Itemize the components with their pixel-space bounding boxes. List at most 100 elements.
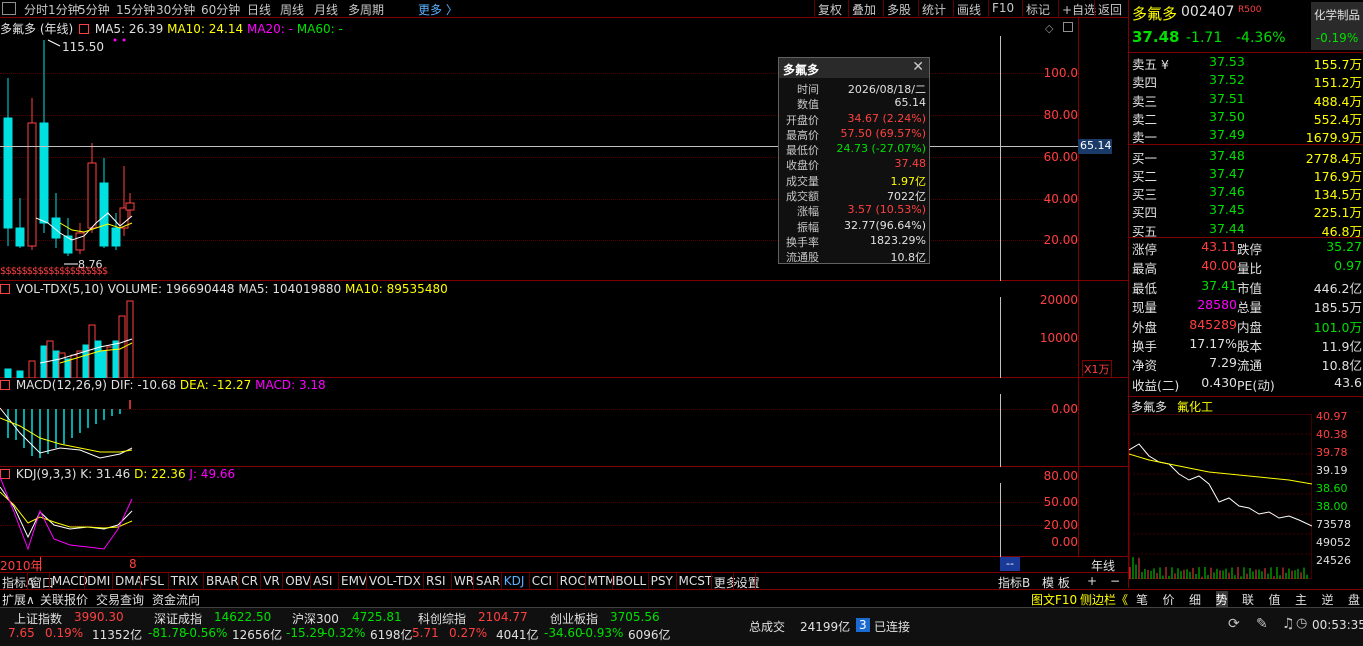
- indicator-tab-13[interactable]: VOL-TDX: [369, 574, 421, 588]
- indicator-tab-8[interactable]: CR: [241, 574, 258, 588]
- link-icon[interactable]: ✎: [1256, 616, 1268, 632]
- period-tab-2[interactable]: 5分钟: [78, 1, 110, 18]
- indicator-tab-10[interactable]: OBV: [285, 574, 311, 588]
- indicator-tab-21[interactable]: BOLL: [615, 574, 646, 588]
- toolbar-button-3[interactable]: 统计: [922, 1, 946, 18]
- sell-level-row[interactable]: 卖一 37.49 1679.9万: [1129, 127, 1363, 146]
- side-tab-1[interactable]: 价: [1163, 591, 1175, 608]
- volume-chart[interactable]: [0, 281, 1078, 378]
- sidebar-button[interactable]: 侧边栏《: [1080, 591, 1128, 608]
- period-tab-6[interactable]: 日线: [247, 1, 271, 18]
- side-tab-0[interactable]: 笔: [1136, 591, 1148, 608]
- index-name[interactable]: 沪深300: [292, 610, 339, 627]
- mini-intraday-chart[interactable]: 40.97 40.38 39.78 39.19 38.60 38.00 73578 49052…: [1129, 410, 1363, 579]
- macd-panel[interactable]: MACD(12,26,9) DIF: -10.68 DEA: -12.27 MA…: [0, 378, 1128, 467]
- level-label: 买二: [1132, 168, 1158, 184]
- side-tab-7[interactable]: 逆: [1322, 591, 1334, 608]
- indicator-tab-11[interactable]: ASI: [313, 574, 332, 588]
- close-icon[interactable]: ✕: [912, 59, 924, 75]
- side-tab-4[interactable]: 联: [1242, 591, 1254, 608]
- f10-button[interactable]: 图文F10: [1031, 591, 1077, 608]
- grid-icon[interactable]: [2, 2, 16, 15]
- indicator-tab-2[interactable]: MACD: [52, 574, 88, 588]
- stat-row: 外盘 845289 内盘 101.0万: [1129, 317, 1363, 335]
- toolbar-button-6[interactable]: 标记: [1026, 1, 1050, 18]
- kline-panel[interactable]: 多氟多 (年线) MA5: 26.39 MA10: 24.14 MA20: - …: [0, 18, 1128, 281]
- indicator-tab-9[interactable]: VR: [263, 574, 280, 588]
- side-tab-5[interactable]: 值: [1269, 591, 1281, 608]
- connection-status[interactable]: 已连接: [874, 618, 910, 635]
- more-periods-button[interactable]: 更多 〉: [418, 1, 458, 18]
- indicator-tab-20[interactable]: MTM: [588, 574, 616, 588]
- buy-level-row[interactable]: 买三 37.46 134.5万: [1129, 184, 1363, 202]
- indicator-tab-3[interactable]: DMI: [87, 574, 110, 588]
- indicator-right-btn-3[interactable]: −: [1110, 574, 1120, 588]
- index-name[interactable]: 上证指数: [14, 610, 62, 627]
- indicator-right-btn-2[interactable]: +: [1087, 574, 1097, 588]
- kdj-chart[interactable]: [0, 467, 1078, 557]
- buy-level-row[interactable]: 买四 37.45 225.1万: [1129, 202, 1363, 220]
- ext-tab-3[interactable]: 资金流向: [152, 591, 200, 608]
- side-tab-8[interactable]: 盘: [1348, 591, 1360, 608]
- side-tab-3[interactable]: 势: [1215, 591, 1228, 608]
- sell-level-row[interactable]: 卖三 37.51 488.4万: [1129, 91, 1363, 109]
- period-tab-3[interactable]: 15分钟: [116, 1, 155, 18]
- total-turnover: 24199亿: [800, 620, 851, 634]
- kdj-panel[interactable]: KDJ(9,3,3) K: 31.46 D: 22.36 J: 49.66 80…: [0, 467, 1128, 557]
- indicator-tab-16[interactable]: SAR: [476, 574, 500, 588]
- period-tab-1[interactable]: 1分钟: [48, 1, 80, 18]
- volume-panel[interactable]: VOL-TDX(5,10) VOLUME: 196690448 MA5: 104…: [0, 281, 1128, 378]
- side-tab-2[interactable]: 细: [1189, 591, 1201, 608]
- indicator-tab-17[interactable]: KDJ: [504, 574, 525, 588]
- toolbar-button-5[interactable]: F10: [992, 1, 1014, 15]
- sector-box[interactable]: 化学制品 -0.19%: [1311, 2, 1363, 50]
- buy-level-row[interactable]: 买二 37.47 176.9万: [1129, 166, 1363, 184]
- side-tab-6[interactable]: 主: [1295, 591, 1307, 608]
- sell-level-row[interactable]: 卖二 37.50 552.4万: [1129, 108, 1363, 127]
- indicator-tab-15[interactable]: WR: [454, 574, 474, 588]
- sell-level-row[interactable]: 卖五 ¥ 37.53 155.7万: [1129, 54, 1363, 72]
- mini-tab-sector[interactable]: 氟化工: [1177, 398, 1213, 415]
- mini-tab-stock[interactable]: 多氟多: [1131, 398, 1167, 415]
- indicator-tab-23[interactable]: MCST: [679, 574, 713, 588]
- toolbar-separator: [1094, 0, 1095, 18]
- indicator-tab-6[interactable]: TRIX: [171, 574, 198, 588]
- toolbar-button-0[interactable]: 复权: [818, 1, 842, 18]
- order-book[interactable]: 卖五 ¥ 37.53 155.7万 卖四 37.52 151.2万 卖三 37.51 488.4…: [1129, 54, 1363, 239]
- toolbar-button-2[interactable]: 多股: [887, 1, 911, 18]
- indicator-tab-19[interactable]: ROC: [560, 574, 586, 588]
- volume-bar-11: [88, 324, 96, 378]
- ext-tab-2[interactable]: 交易查询: [96, 591, 144, 608]
- toolbar-button-7[interactable]: +自选: [1062, 1, 1096, 18]
- level-price: 37.50: [1209, 108, 1245, 124]
- ext-tab-1[interactable]: 关联报价: [40, 591, 88, 608]
- bell-icon[interactable]: ♫: [1282, 616, 1295, 632]
- buy-level-row[interactable]: 买五 37.44 46.8万: [1129, 221, 1363, 239]
- buy-level-row[interactable]: 买一 37.48 2778.4万: [1129, 148, 1363, 166]
- index-name[interactable]: 深证成指: [154, 610, 202, 627]
- indicator-tab-4[interactable]: DMA: [115, 574, 143, 588]
- index-name[interactable]: 科创综指: [418, 610, 466, 627]
- mini-chart-svg[interactable]: [1129, 414, 1312, 579]
- candle-body-3: [39, 122, 49, 224]
- toolbar-button-8[interactable]: 返回: [1098, 1, 1122, 18]
- indicator-tab-14[interactable]: RSI: [426, 574, 446, 588]
- toolbar-button-4[interactable]: 画线: [957, 1, 981, 18]
- indicator-tab-7[interactable]: BRAR: [206, 574, 239, 588]
- toolbar-button-1[interactable]: 叠加: [852, 1, 876, 18]
- refresh-icon[interactable]: ⟳: [1228, 616, 1240, 632]
- period-tab-0[interactable]: 分时: [24, 1, 48, 18]
- indicator-tab-18[interactable]: CCI: [532, 574, 552, 588]
- indicator-tab-5[interactable]: FSL: [143, 574, 164, 588]
- period-tab-9[interactable]: 多周期: [348, 1, 384, 18]
- sell-level-row[interactable]: 卖四 37.52 151.2万: [1129, 72, 1363, 90]
- indicator-tab-12[interactable]: EMV: [341, 574, 367, 588]
- period-tab-8[interactable]: 月线: [314, 1, 338, 18]
- ext-tab-0[interactable]: 扩展∧: [2, 591, 35, 608]
- period-tab-4[interactable]: 30分钟: [156, 1, 195, 18]
- period-tab-5[interactable]: 60分钟: [201, 1, 240, 18]
- macd-chart[interactable]: [0, 378, 1078, 467]
- indicator-tab-22[interactable]: PSY: [651, 574, 673, 588]
- index-name[interactable]: 创业板指: [550, 610, 598, 627]
- period-tab-7[interactable]: 周线: [280, 1, 304, 18]
